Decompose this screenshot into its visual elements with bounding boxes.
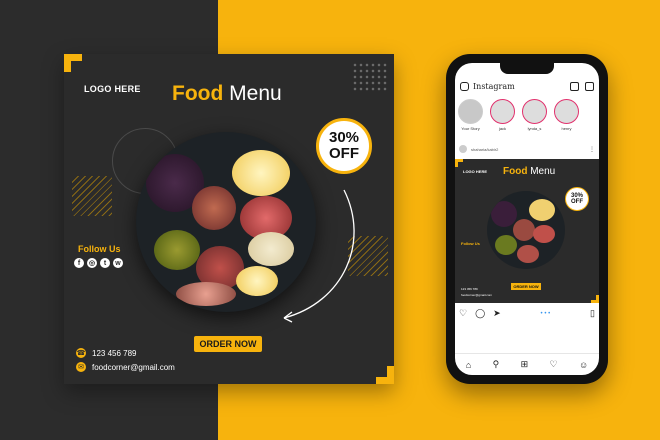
story-item[interactable]: henry [553, 99, 580, 131]
corner-accent [455, 159, 463, 167]
phone-screen: Instagram Your Story jack lynda_s henry … [455, 63, 599, 375]
add-post-icon[interactable]: ⊞ [521, 359, 529, 370]
bookmark-icon[interactable]: ▯ [590, 308, 595, 319]
phone-mockup: Instagram Your Story jack lynda_s henry … [446, 54, 608, 384]
logo-text: LOGO HERE [84, 84, 141, 94]
mini-order-button: ORDER NOW [511, 283, 541, 290]
story-label: Your Story [461, 126, 480, 131]
activity-icon[interactable]: ♡ [550, 359, 558, 370]
more-options-icon[interactable]: ⋮ [589, 146, 595, 153]
camera-icon[interactable] [460, 81, 469, 91]
order-now-button[interactable]: ORDER NOW [194, 336, 262, 352]
profile-icon[interactable]: ☺ [579, 360, 588, 370]
post-header: shaharia/kabir2 ⋮ [459, 145, 595, 153]
post-actions: ♡ ◯ ➤ • • • ▯ [459, 308, 595, 319]
mail-icon: ✉ [76, 362, 86, 372]
story-item[interactable]: lynda_s [521, 99, 548, 131]
story-avatar [522, 99, 547, 124]
carousel-dots: • • • [540, 310, 551, 317]
mini-discount-badge: 30% OFF [565, 187, 589, 211]
post-image-preview: LOGO HERE Food Menu 30% OFF Follow Us 12… [455, 159, 599, 303]
whatsapp-icon[interactable]: w [113, 258, 123, 268]
mini-email: foodcorner@gmail.com [461, 293, 493, 297]
stories-row: Your Story jack lynda_s henry [457, 99, 597, 131]
corner-accent-top-left [64, 54, 82, 72]
mini-logo: LOGO HERE [463, 169, 488, 174]
post-title: Food Menu [172, 82, 282, 106]
comment-icon[interactable]: ◯ [475, 308, 485, 319]
discount-badge: 30% OFF [316, 118, 372, 174]
story-item[interactable]: jack [489, 99, 516, 131]
igtv-icon[interactable] [570, 81, 579, 91]
story-avatar [554, 99, 579, 124]
instagram-logo-text: Instagram [473, 81, 515, 91]
stripe-pattern [72, 176, 112, 216]
story-label: henry [561, 126, 572, 131]
story-label: jack [498, 126, 507, 131]
title-accent: Food [172, 82, 224, 105]
bottom-navigation: ⌂ ⚲ ⊞ ♡ ☺ [455, 353, 599, 375]
mini-discount-off: OFF [571, 199, 583, 205]
home-icon[interactable]: ⌂ [466, 360, 471, 370]
phone-notch [500, 63, 554, 74]
instagram-icon[interactable]: ◎ [87, 258, 97, 268]
follow-us-label: Follow Us [78, 244, 121, 254]
mini-follow-label: Follow Us [461, 241, 480, 246]
contact-phone: ☎ 123 456 789 [76, 348, 137, 358]
story-avatar [490, 99, 515, 124]
food-menu-post: LOGO HERE Food Menu 30% OFF Follow Us f … [64, 54, 394, 384]
corner-accent [591, 295, 599, 303]
email-address: foodcorner@gmail.com [92, 362, 175, 372]
mini-food-plate [487, 191, 565, 269]
discount-off: OFF [329, 145, 359, 162]
search-icon[interactable]: ⚲ [493, 359, 500, 370]
phone-icon: ☎ [76, 348, 86, 358]
twitter-icon[interactable]: t [100, 258, 110, 268]
corner-accent-bottom-right [376, 366, 394, 384]
title-rest: Menu [223, 82, 282, 105]
social-icons: f ◎ t w [74, 258, 123, 268]
username[interactable]: shaharia/kabir2 [471, 147, 585, 152]
mini-title: Food Menu [503, 166, 555, 177]
curved-arrow [283, 189, 355, 323]
discount-percent: 30% [328, 129, 360, 147]
story-label: lynda_s [527, 126, 542, 131]
phone-number: 123 456 789 [92, 348, 137, 358]
instagram-header: Instagram [455, 77, 599, 95]
story-avatar [458, 99, 483, 124]
share-icon[interactable]: ➤ [493, 308, 501, 319]
dot-pattern [352, 62, 388, 92]
like-icon[interactable]: ♡ [459, 308, 467, 319]
facebook-icon[interactable]: f [74, 258, 84, 268]
mini-phone: 123 456 789 [461, 287, 478, 291]
story-item[interactable]: Your Story [457, 99, 484, 131]
contact-email: ✉ foodcorner@gmail.com [76, 362, 175, 372]
user-avatar[interactable] [459, 145, 467, 153]
direct-message-icon[interactable] [585, 81, 594, 91]
mini-title-accent: Food [503, 166, 528, 177]
mini-title-rest: Menu [527, 166, 556, 177]
